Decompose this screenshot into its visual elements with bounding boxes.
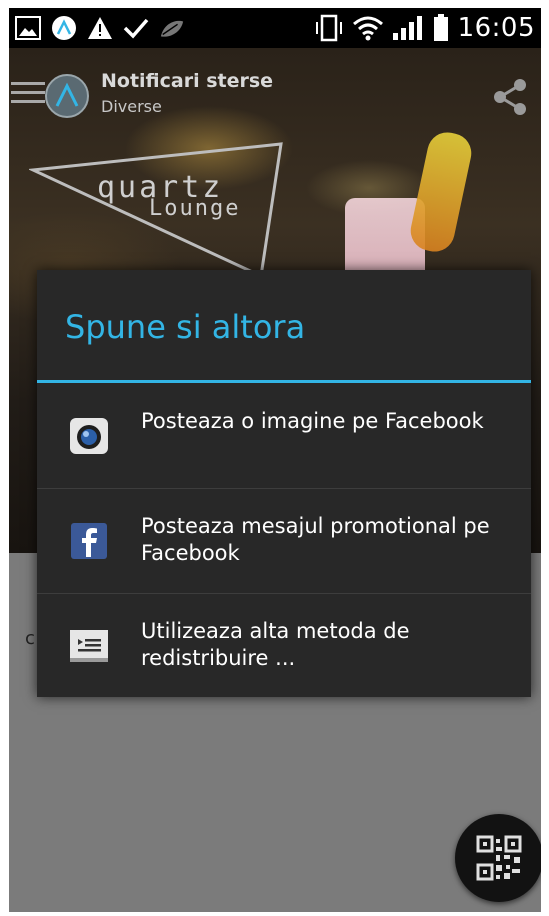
qr-scan-button[interactable] (455, 814, 541, 902)
menu-icon[interactable] (11, 82, 45, 104)
share-list-icon (70, 630, 108, 662)
wifi-icon (352, 15, 384, 41)
dialog-title-divider (37, 380, 531, 383)
status-time: 16:05 (457, 13, 535, 43)
qr-code-icon (476, 835, 522, 881)
app-notification-icon (51, 15, 77, 41)
check-icon (123, 15, 149, 41)
camera-icon (70, 418, 108, 454)
option-post-promo-facebook[interactable]: Posteaza mesajul promotional pe Facebook (37, 489, 531, 593)
option-other-share-method[interactable]: Utilizeaza alta metoda de redistribuire … (37, 594, 531, 698)
vibrate-icon (314, 14, 344, 42)
device-screen: 16:05 quartz Lounge Notificari sterse Di… (9, 8, 541, 912)
share-icon[interactable] (491, 78, 529, 116)
leaf-icon (159, 15, 185, 41)
app-bar: Notificari sterse Diverse (9, 48, 541, 138)
content-text: c (25, 628, 35, 649)
app-subtitle: Diverse (101, 97, 162, 116)
brand-subtitle: Lounge (149, 196, 241, 221)
option-label: Posteaza o imagine pe Facebook (141, 409, 484, 433)
app-title: Notificari sterse (101, 70, 274, 92)
cocktail-garnish (407, 128, 475, 256)
app-logo-icon[interactable] (45, 74, 89, 118)
option-post-image-facebook[interactable]: Posteaza o imagine pe Facebook (37, 384, 531, 488)
option-label: Utilizeaza alta metoda de redistribuire … (141, 619, 410, 670)
warning-icon (87, 15, 113, 41)
share-dialog: Spune si altora Posteaza o imagine pe Fa… (37, 270, 531, 697)
image-notification-icon (15, 15, 41, 41)
facebook-icon (71, 523, 107, 559)
option-label: Posteaza mesajul promotional pe Facebook (141, 514, 490, 565)
status-bar: 16:05 (9, 8, 541, 48)
battery-icon (432, 14, 450, 41)
signal-icon (392, 15, 424, 41)
dialog-title: Spune si altora (65, 308, 306, 346)
